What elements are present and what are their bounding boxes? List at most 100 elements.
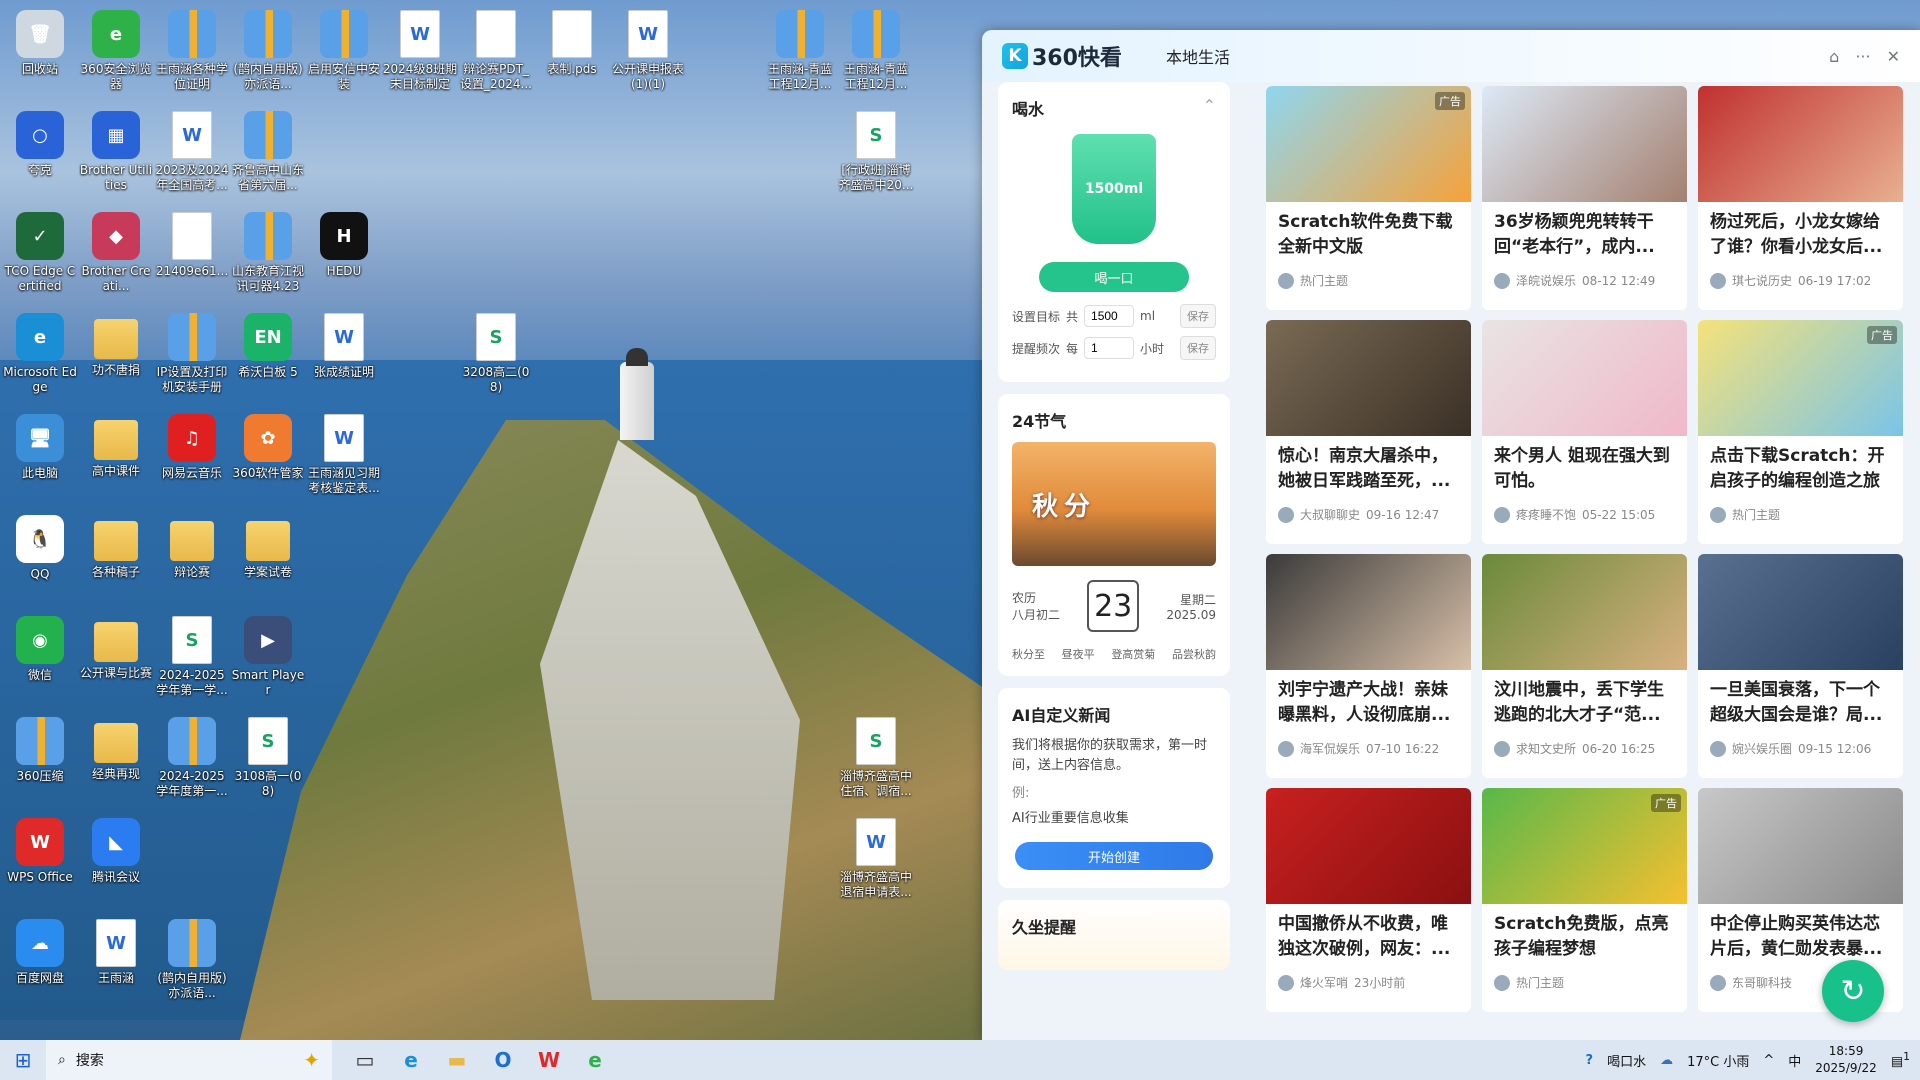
desktop-icon[interactable]: W WPS Office: [2, 812, 78, 885]
desktop-icon[interactable]: 🖥 此电脑: [2, 408, 78, 481]
gift-icon[interactable]: ⌂: [1829, 47, 1839, 66]
tab-local-life[interactable]: 本地生活: [1166, 44, 1230, 68]
360-browser-icon[interactable]: e: [572, 1040, 618, 1080]
desktop-icon[interactable]: e 360安全浏览器: [78, 4, 154, 92]
refresh-icon[interactable]: ↻: [1822, 960, 1884, 1022]
desktop-icon[interactable]: 21409e61...: [154, 206, 230, 279]
start-icon[interactable]: ⊞: [0, 1040, 46, 1080]
outlook-icon[interactable]: O: [480, 1040, 526, 1080]
desktop-icon[interactable]: 王雨涵-青蓝工程12月...: [838, 4, 914, 92]
desktop-icon[interactable]: 高中课件: [78, 408, 154, 479]
notification-icon[interactable]: ▤1: [1891, 1050, 1910, 1069]
desktop-icon[interactable]: S 2024-2025学年第一学...: [154, 610, 230, 698]
desktop-icon-label: 2024级8班期末目标制定: [382, 62, 458, 91]
desktop-icon[interactable]: 功不唐捐: [78, 307, 154, 378]
create-button[interactable]: 开始创建: [1015, 842, 1213, 870]
desktop-icon[interactable]: S [行政班]淄博齐盛高中20...: [838, 105, 914, 193]
news-card[interactable]: 广告 Scratch软件免费下载全新中文版 热门主题: [1266, 86, 1471, 310]
news-card[interactable]: 来个男人 姐现在强大到可怕。 疼疼睡不饱 05-22 15:05: [1482, 320, 1687, 544]
desktop-icon-label: QQ: [30, 567, 50, 581]
desktop-icon[interactable]: W 王雨涵见习期考核鉴定表...: [306, 408, 382, 496]
more-icon[interactable]: ···: [1855, 47, 1870, 66]
desktop-icon[interactable]: 公开课与比赛: [78, 610, 154, 681]
desktop-icon[interactable]: 启用安信中安装: [306, 4, 382, 92]
desktop-icon[interactable]: 360压缩: [2, 711, 78, 784]
help-icon[interactable]: ?: [1586, 1053, 1594, 1068]
news-card[interactable]: 惊心！南京大屠杀中，她被日军践踏至死，... 大叔聊聊史 09-16 12:47: [1266, 320, 1471, 544]
desktop-icon[interactable]: ○ 夸克: [2, 105, 78, 178]
desktop-icon[interactable]: W 淄博齐盛高中退宿申请表...: [838, 812, 914, 900]
desktop-icon[interactable]: 2024-2025学年度第一...: [154, 711, 230, 799]
desktop-icon[interactable]: S 淄博齐盛高中住宿、调宿...: [838, 711, 914, 799]
news-card[interactable]: 中国撤侨从不收费，唯独这次破例，网友：... 烽火军哨 23小时前: [1266, 788, 1471, 1012]
news-card[interactable]: 杨过死后，小龙女嫁给了谁？你看小龙女后... 琪七说历史 06-19 17:02: [1698, 86, 1903, 310]
desktop-icon[interactable]: 王雨涵各种学位证明: [154, 4, 230, 92]
news-card[interactable]: 广告 点击下载Scratch：开启孩子的编程创造之旅 热门主题: [1698, 320, 1903, 544]
desktop-icon[interactable]: 表制.pds: [534, 4, 610, 77]
desktop-icon[interactable]: W 公开课申报表(1)(1): [610, 4, 686, 92]
clock[interactable]: 18:59 2025/9/22: [1815, 1043, 1877, 1077]
desktop-icon[interactable]: W 2023及2024年全国高考...: [154, 105, 230, 193]
desktop-icon[interactable]: ✓ TCO Edge Certified: [2, 206, 78, 294]
collapse-icon[interactable]: ⌃: [1203, 96, 1216, 120]
desktop-icon[interactable]: 山东教育江视讯可器4.23: [230, 206, 306, 294]
desktop-icon[interactable]: 辩论赛: [154, 509, 230, 580]
desktop-icon[interactable]: ✿ 360软件管家: [230, 408, 306, 481]
weather-text[interactable]: 17°C 小雨: [1687, 1051, 1749, 1070]
drink-button[interactable]: 喝一口: [1039, 262, 1189, 292]
desktop-icon[interactable]: ◆ Brother Creati...: [78, 206, 154, 294]
file-icon: ♫: [168, 414, 216, 462]
desktop-icon[interactable]: 🗑 回收站: [2, 4, 78, 77]
desktop-icon[interactable]: ◣ 腾讯会议: [78, 812, 154, 885]
task-view-icon[interactable]: ▭: [342, 1040, 388, 1080]
chevron-up-icon[interactable]: ^: [1763, 1053, 1774, 1068]
desktop-icon[interactable]: S 3208高二(08): [458, 307, 534, 395]
desktop-icon[interactable]: (鹊内自用版)亦派语...: [154, 913, 230, 1001]
ime-indicator[interactable]: 中: [1788, 1051, 1801, 1070]
ai-example[interactable]: AI行业重要信息收集: [1012, 807, 1216, 826]
desktop-icon[interactable]: W 张成绩证明: [306, 307, 382, 380]
desktop-icon[interactable]: H HEDU: [306, 206, 382, 279]
desktop-icon[interactable]: EN 希沃白板 5: [230, 307, 306, 380]
goal-input[interactable]: [1084, 305, 1135, 327]
desktop-icon[interactable]: 王雨涵-青蓝工程12月...: [762, 4, 838, 92]
news-time: 08-12 12:49: [1582, 273, 1656, 288]
desktop-icon[interactable]: e Microsoft Edge: [2, 307, 78, 395]
panel-logo[interactable]: K 360快看: [1002, 40, 1122, 72]
file-icon: 🐧: [16, 515, 64, 563]
close-icon[interactable]: ✕: [1887, 47, 1900, 66]
news-card[interactable]: 36岁杨颖兜兜转转干回“老本行”，成内... 泽皖说娱乐 08-12 12:49: [1482, 86, 1687, 310]
desktop-icon[interactable]: 各种稿子: [78, 509, 154, 580]
desktop-icon[interactable]: S 3108高一(08): [230, 711, 306, 799]
desktop-icon[interactable]: ▶ Smart Player: [230, 610, 306, 698]
desktop-icon[interactable]: W 王雨涵: [78, 913, 154, 986]
ai-title: AI自定义新闻: [1012, 706, 1111, 725]
desktop-icon[interactable]: (鹊内自用版)亦派语...: [230, 4, 306, 92]
desktop-icon[interactable]: ◉ 微信: [2, 610, 78, 683]
desktop-icon[interactable]: IP设置及打印机安装手册: [154, 307, 230, 395]
drink-reminder[interactable]: 喝口水: [1607, 1051, 1646, 1070]
news-thumbnail: [1266, 554, 1471, 670]
desktop-icon[interactable]: 齐鲁高中山东省第六届...: [230, 105, 306, 193]
news-card[interactable]: 一旦美国衰落，下一个超级大国会是谁？局... 婉兴娱乐圈 09-15 12:06: [1698, 554, 1903, 778]
taskbar-search[interactable]: ⌕ 搜索 ✦: [46, 1040, 332, 1080]
file-explorer-icon[interactable]: ▬: [434, 1040, 480, 1080]
news-card[interactable]: 汶川地震中，丢下学生逃跑的北大才子“范... 求知文史所 06-20 16:25: [1482, 554, 1687, 778]
desktop-icon[interactable]: ▦ Brother Utilities: [78, 105, 154, 193]
desktop-icon[interactable]: ☁ 百度网盘: [2, 913, 78, 986]
news-card[interactable]: 广告 Scratch免费版，点亮孩子编程梦想 热门主题: [1482, 788, 1687, 1012]
desktop-icon-label: 山东教育江视讯可器4.23: [231, 264, 304, 293]
wps-icon[interactable]: W: [526, 1040, 572, 1080]
edge-icon[interactable]: e: [388, 1040, 434, 1080]
desktop-icon[interactable]: 🐧 QQ: [2, 509, 78, 582]
goal-save-button[interactable]: 保存: [1180, 304, 1216, 328]
freq-input[interactable]: [1084, 337, 1135, 359]
desktop-icon[interactable]: ♫ 网易云音乐: [154, 408, 230, 481]
desktop-icon[interactable]: 经典再现: [78, 711, 154, 782]
news-card[interactable]: 刘宇宁遗产大战！亲妹曝黑料，人设彻底崩... 海军侃娱乐 07-10 16:22: [1266, 554, 1471, 778]
desktop-icon[interactable]: 学案试卷: [230, 509, 306, 580]
solar-term-card[interactable]: 24节气 秋分 农历 八月初二 23 星期二 2025.09 秋分至 昼夜平 登高赏…: [998, 394, 1230, 676]
desktop-icon[interactable]: 辩论赛PDT_设置_2024...: [458, 4, 534, 92]
desktop-icon[interactable]: W 2024级8班期末目标制定: [382, 4, 458, 92]
freq-save-button[interactable]: 保存: [1180, 336, 1216, 360]
